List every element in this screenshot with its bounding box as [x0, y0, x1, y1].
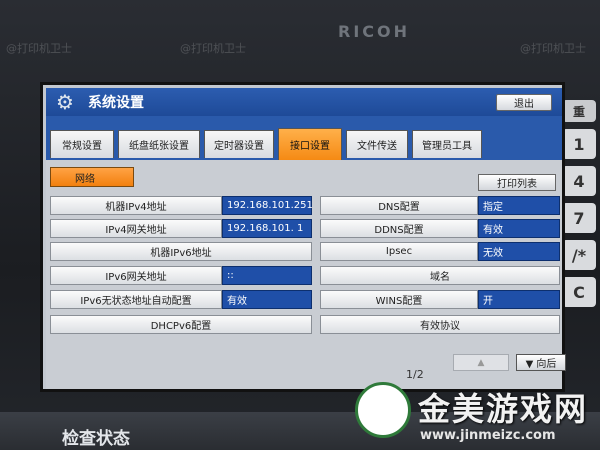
- page-up-button[interactable]: ▲: [453, 354, 509, 371]
- next-page-button[interactable]: ▼ 向后: [516, 354, 566, 371]
- setting-label: WINS配置: [320, 290, 478, 309]
- title-bar: ⚙ 系统设置 退出: [46, 88, 562, 116]
- setting-value: 有效: [478, 219, 560, 238]
- setting-row[interactable]: 域名: [320, 266, 560, 285]
- setting-row[interactable]: 有效协议: [320, 315, 560, 334]
- setting-row[interactable]: DDNS配置 有效: [320, 219, 560, 238]
- setting-row[interactable]: DHCPv6配置: [50, 315, 312, 334]
- setting-label: IPv6网关地址: [50, 266, 222, 285]
- setting-label: 域名: [320, 266, 560, 285]
- key-7[interactable]: 7: [562, 203, 596, 233]
- tab-file-transfer[interactable]: 文件传送: [346, 130, 408, 158]
- setting-row[interactable]: IPv6无状态地址自动配置 有效: [50, 290, 312, 309]
- settings-panel: 网络 打印列表 机器IPv4地址 192.168.101.251 IPv4网关地…: [46, 160, 566, 389]
- setting-label: Ipsec: [320, 242, 478, 261]
- tab-interface[interactable]: 接口设置: [278, 128, 342, 160]
- setting-label: 机器IPv4地址: [50, 196, 222, 215]
- setting-row[interactable]: 机器IPv6地址: [50, 242, 312, 261]
- setting-row[interactable]: DNS配置 指定: [320, 196, 560, 215]
- hardware-keypad: 重 1 4 7 /* C: [562, 100, 600, 314]
- setting-value: ::: [222, 266, 312, 285]
- tab-strip: 常规设置 纸盘纸张设置 定时器设置 接口设置 文件传送 管理员工具: [46, 116, 562, 160]
- key-1[interactable]: 1: [562, 129, 596, 159]
- key-4[interactable]: 4: [562, 166, 596, 196]
- check-status-button[interactable]: 检查状态: [62, 424, 130, 449]
- bird-logo-icon: [355, 382, 411, 438]
- key-slash-star[interactable]: /*: [562, 240, 596, 270]
- setting-row[interactable]: WINS配置 开: [320, 290, 560, 309]
- setting-value: 无效: [478, 242, 560, 261]
- setting-label: DHCPv6配置: [50, 315, 312, 334]
- page-indicator: 1/2: [406, 368, 424, 381]
- setting-row[interactable]: IPv6网关地址 ::: [50, 266, 312, 285]
- site-logo-url: www.jinmeizc.com: [420, 428, 556, 443]
- reset-key[interactable]: 重: [562, 100, 596, 122]
- setting-row[interactable]: Ipsec 无效: [320, 242, 560, 261]
- tab-admin-tools[interactable]: 管理员工具: [412, 130, 482, 158]
- setting-label: 有效协议: [320, 315, 560, 334]
- gear-icon: ⚙: [56, 90, 74, 114]
- page-title: 系统设置: [88, 95, 144, 111]
- watermark: @打印机卫士: [6, 42, 72, 55]
- setting-value: 指定: [478, 196, 560, 215]
- setting-label: 机器IPv6地址: [50, 242, 312, 261]
- tab-general[interactable]: 常规设置: [50, 130, 114, 158]
- setting-label: IPv6无状态地址自动配置: [50, 290, 222, 309]
- watermark: @打印机卫士: [180, 42, 246, 55]
- brand-logo: RICOH: [338, 22, 411, 41]
- setting-label: DDNS配置: [320, 219, 478, 238]
- setting-label: DNS配置: [320, 196, 478, 215]
- tab-timer[interactable]: 定时器设置: [204, 130, 274, 158]
- setting-value: 192.168.101.251: [222, 196, 313, 215]
- setting-row[interactable]: 机器IPv4地址 192.168.101.251: [50, 196, 313, 215]
- setting-value: 192.168.101. 1: [222, 219, 312, 238]
- tab-tray-paper[interactable]: 纸盘纸张设置: [118, 130, 200, 158]
- touch-screen: ⚙ 系统设置 退出 常规设置 纸盘纸张设置 定时器设置 接口设置 文件传送 管理…: [40, 82, 566, 392]
- key-clear[interactable]: C: [562, 277, 596, 307]
- watermark: @打印机卫士: [520, 42, 586, 55]
- site-logo-text: 金美游戏网: [418, 390, 589, 428]
- setting-row[interactable]: IPv4网关地址 192.168.101. 1: [50, 219, 312, 238]
- setting-label: IPv4网关地址: [50, 219, 222, 238]
- setting-value: 有效: [222, 290, 312, 309]
- network-button[interactable]: 网络: [50, 167, 134, 187]
- exit-button[interactable]: 退出: [496, 94, 552, 111]
- print-list-button[interactable]: 打印列表: [478, 174, 556, 191]
- setting-value: 开: [478, 290, 560, 309]
